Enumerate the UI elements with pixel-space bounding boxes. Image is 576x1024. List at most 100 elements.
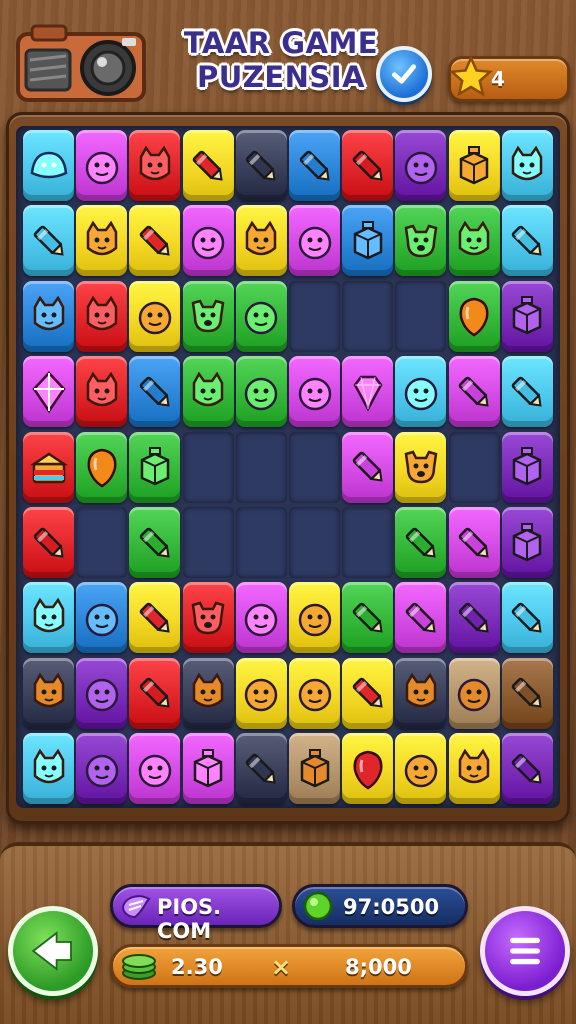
tile-cat[interactable] [23,280,74,352]
tile-cat[interactable] [76,356,128,428]
tile-cat[interactable] [76,280,128,352]
tile-face[interactable] [395,733,447,805]
tile-face[interactable] [76,657,128,729]
tile-face[interactable] [129,280,181,352]
tile-cat[interactable] [182,356,234,428]
tile-crayon[interactable] [501,356,553,428]
tile-crayon[interactable] [448,356,500,428]
tile-cat[interactable] [23,657,74,729]
tile-crayon[interactable] [129,507,181,578]
empty-slot [182,431,234,503]
tile-crayon[interactable] [182,130,234,201]
tile-box[interactable] [289,733,340,805]
tile-face[interactable] [76,582,128,654]
tile-box[interactable] [501,507,553,578]
tile-box[interactable] [129,431,181,503]
tile-gem[interactable] [342,356,394,428]
back-button[interactable] [8,906,98,996]
empty-slot [182,507,234,578]
empty-slot [76,507,128,578]
tile-crayon[interactable] [501,582,553,654]
confirm-button[interactable] [376,46,432,102]
empty-slot [235,431,287,503]
tile-cat[interactable] [501,130,553,201]
crayon-icon [352,150,383,181]
tile-crayon[interactable] [501,205,553,277]
tile-crayon[interactable] [129,356,181,428]
tile-face[interactable] [76,733,128,805]
tile-cat[interactable] [448,733,500,805]
tile-cat[interactable] [76,205,128,277]
tile-dog[interactable] [182,582,234,654]
tile-crayon[interactable] [129,205,181,277]
crayon-icon [139,678,170,708]
tile-crayon[interactable] [235,733,287,805]
face-icon [85,603,118,637]
empty-slot [448,431,500,503]
tile-face[interactable] [235,280,287,352]
tile-crayon[interactable] [395,582,447,654]
tile-cat[interactable] [448,205,500,277]
tile-cat[interactable] [235,205,287,277]
tile-face[interactable] [448,657,500,729]
tile-crayon[interactable] [342,657,394,729]
tile-box[interactable] [501,431,553,503]
crayon-icon [192,150,223,181]
tile-cat[interactable] [129,130,181,201]
tile-face[interactable] [395,356,447,428]
empty-slot [342,280,394,352]
tile-crayon[interactable] [23,507,74,578]
box-icon [513,522,542,561]
tile-balloon[interactable] [342,733,394,805]
tile-dog[interactable] [395,205,447,277]
tile-face[interactable] [395,130,447,201]
checkmark-icon [392,64,416,84]
camera-icon[interactable] [12,20,150,104]
tile-cat[interactable] [23,733,74,805]
tile-crayon[interactable] [501,657,553,729]
tile-face[interactable] [129,733,181,805]
tile-cat[interactable] [182,657,234,729]
tile-crayon[interactable] [129,582,181,654]
tile-face[interactable] [289,657,340,729]
menu-button[interactable] [480,906,570,996]
tile-balloon[interactable] [448,280,500,352]
tile-cake[interactable] [23,431,74,503]
tile-balloon[interactable] [76,431,128,503]
tile-crayon[interactable] [501,733,553,805]
crayon-icon [352,678,383,708]
tile-dog[interactable] [395,431,447,503]
tile-crayon[interactable] [289,130,340,201]
tile-box[interactable] [182,733,234,805]
tile-face[interactable] [235,657,287,729]
tile-dog[interactable] [182,280,234,352]
tile-face[interactable] [76,130,128,201]
tile-kite[interactable] [23,356,74,428]
site-label-pill[interactable]: PIOS. COM [110,884,282,943]
tile-blob[interactable] [23,130,74,201]
balloon-icon [353,750,383,790]
tile-face[interactable] [182,205,234,277]
tile-crayon[interactable] [395,507,447,578]
tile-box[interactable] [342,205,394,277]
crayon-icon [458,602,489,633]
coin-value: 97:0500 [343,895,440,919]
tile-cat[interactable] [23,582,74,654]
tile-crayon[interactable] [23,205,74,277]
crayon-icon [352,451,383,482]
tile-cat[interactable] [395,657,447,729]
tile-face[interactable] [235,582,287,654]
tile-crayon[interactable] [448,507,500,578]
tile-crayon[interactable] [448,582,500,654]
tile-crayon[interactable] [342,130,394,201]
tile-crayon[interactable] [342,582,394,654]
tile-crayon[interactable] [235,130,287,201]
tile-crayon[interactable] [342,431,394,503]
tile-face[interactable] [289,356,340,428]
tile-face[interactable] [235,356,287,428]
tile-box[interactable] [448,130,500,201]
tile-box[interactable] [501,280,553,352]
tile-face[interactable] [289,582,340,654]
tile-crayon[interactable] [129,657,181,729]
tile-face[interactable] [289,205,340,277]
